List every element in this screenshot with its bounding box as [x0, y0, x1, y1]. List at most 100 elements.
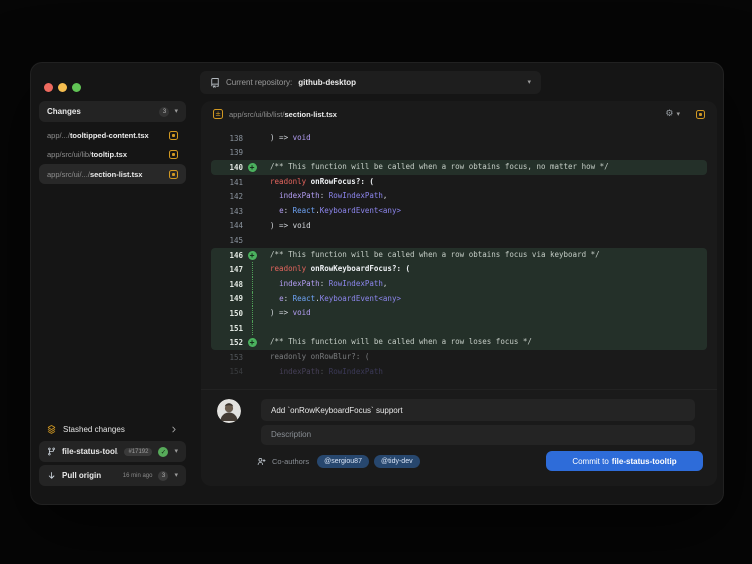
diff-gutter	[243, 306, 261, 321]
minimize-window-button[interactable]	[58, 83, 67, 92]
diff-line: 148 indexPath: RowIndexPath,	[211, 277, 707, 292]
modified-status-icon[interactable]	[696, 110, 705, 119]
commit-button[interactable]: Commit to file-status-tooltip	[546, 451, 703, 471]
changed-file-path: app/.../tooltipped-content.tsx	[47, 131, 165, 140]
diff-gutter	[243, 233, 261, 248]
diff-line: 152 + /** This function will be called w…	[211, 335, 707, 350]
diff-gutter	[243, 189, 261, 204]
diff-options-button[interactable]: ⚙ ▾	[665, 110, 680, 119]
coauthor-pill[interactable]: @tidy-dev	[374, 455, 420, 468]
pull-count-badge: 3	[158, 471, 168, 481]
window-controls	[44, 83, 81, 92]
added-line-plus-icon: +	[248, 251, 257, 260]
code-text: indexPath: RowIndexPath,	[261, 189, 387, 204]
diff-line: 149 e: React.KeyboardEvent<any>	[211, 292, 707, 307]
coauthor-pills: @sergiou87 @tidy-dev	[317, 455, 419, 468]
code-text: /** This function will be called when a …	[261, 248, 600, 263]
line-number: 138	[211, 134, 243, 143]
line-number: 150	[211, 309, 243, 318]
close-window-button[interactable]	[44, 83, 53, 92]
repo-bar-value: github-desktop	[298, 78, 356, 87]
chevron-down-icon: ▾	[527, 79, 531, 86]
arrow-down-icon	[47, 471, 56, 480]
diff-gutter: +	[243, 160, 261, 175]
last-fetched-time: 16 min ago	[123, 473, 153, 479]
code-text: ) => void	[261, 219, 311, 234]
line-number: 146	[211, 251, 243, 260]
current-repository-dropdown[interactable]: Current repository: github-desktop ▾	[200, 71, 541, 94]
code-text: readonly onRowFocus?: (	[261, 175, 374, 190]
chevron-down-icon: ▾	[174, 448, 178, 455]
diff-gutter	[243, 292, 261, 307]
code-text: ) => void	[261, 131, 311, 146]
commit-footer: Co-authors @sergiou87@tidy-dev Commit to…	[257, 450, 703, 472]
ci-check-icon: ✓	[158, 447, 168, 457]
diff-line: 146 + /** This function will be called w…	[211, 248, 707, 263]
avatar	[217, 399, 241, 423]
diff-line: 138 ) => void	[211, 131, 707, 146]
diff-gutter	[243, 146, 261, 161]
stashed-changes-row[interactable]: Stashed changes	[39, 420, 186, 438]
added-block-connector	[252, 321, 253, 336]
repo-bar-label: Current repository:	[226, 78, 292, 87]
coauthor-pill[interactable]: @sergiou87	[317, 455, 369, 468]
diff-line: 144 ) => void	[211, 219, 707, 234]
commit-description-input[interactable]	[261, 425, 695, 445]
person-add-icon[interactable]	[257, 457, 266, 466]
git-branch-icon	[47, 447, 56, 456]
changed-file-row[interactable]: app/src/ui/.../section-list.tsx	[39, 164, 186, 184]
added-block-connector	[252, 306, 253, 321]
code-text: /** This function will be called when a …	[261, 160, 609, 175]
code-text: e: React.KeyboardEvent<any>	[261, 292, 401, 307]
diff-line: 151	[211, 321, 707, 336]
code-text: /** This function will be called when a …	[261, 335, 532, 350]
diff-panel: ± app/src/ui/lib/list/section-list.tsx ⚙…	[201, 101, 717, 486]
app-window: Current repository: github-desktop ▾ Cha…	[30, 62, 724, 505]
line-number: 152	[211, 338, 243, 347]
line-number: 143	[211, 207, 243, 216]
line-number: 148	[211, 280, 243, 289]
stashed-changes-label: Stashed changes	[63, 425, 162, 434]
diff-line: 153 readonly onRowBlur?: (	[211, 350, 707, 365]
diff-gutter	[243, 350, 261, 365]
pull-origin-label: Pull origin	[62, 471, 117, 480]
added-block-connector	[252, 292, 253, 307]
code-text: indexPath: RowIndexPath,	[261, 277, 387, 292]
line-number: 139	[211, 148, 243, 157]
diff-gutter	[243, 262, 261, 277]
commit-section: Co-authors @sergiou87@tidy-dev Commit to…	[201, 389, 717, 486]
changed-file-row[interactable]: app/src/ui/lib/tooltip.tsx	[39, 145, 186, 165]
current-branch-button[interactable]: file-status-tool... #17192 ✓ ▾	[39, 441, 186, 462]
code-text: e: React.KeyboardEvent<any>	[261, 204, 401, 219]
code-text: indexPath: RowIndexPath	[261, 365, 383, 380]
line-number: 142	[211, 192, 243, 201]
diff-gutter: +	[243, 248, 261, 263]
pull-origin-button[interactable]: Pull origin 16 min ago 3 ▾	[39, 465, 186, 486]
diff-file-header: ± app/src/ui/lib/list/section-list.tsx ⚙…	[201, 101, 717, 127]
line-number: 149	[211, 294, 243, 303]
modified-file-icon: ±	[213, 109, 223, 119]
modified-status-icon	[169, 150, 178, 159]
code-text: readonly onRowBlur?: (	[261, 350, 369, 365]
added-block-connector	[252, 262, 253, 277]
chevron-down-icon: ▾	[174, 108, 178, 115]
diff-line: 154 indexPath: RowIndexPath	[211, 365, 707, 380]
added-line-plus-icon: +	[248, 338, 257, 347]
changes-header[interactable]: Changes 3 ▾	[39, 101, 186, 122]
diff-gutter	[243, 277, 261, 292]
changed-file-path: app/src/ui/.../section-list.tsx	[47, 170, 165, 179]
added-block-connector	[252, 277, 253, 292]
diff-lines: 138 ) => void 139 140 + /** This functio…	[201, 131, 717, 379]
changed-file-path: app/src/ui/lib/tooltip.tsx	[47, 150, 165, 159]
repository-icon	[210, 78, 220, 88]
chevron-down-icon: ▾	[174, 472, 178, 479]
modified-status-icon	[169, 131, 178, 140]
diff-gutter	[243, 365, 261, 380]
changed-file-row[interactable]: app/.../tooltipped-content.tsx	[39, 125, 186, 145]
diff-line: 147 readonly onRowKeyboardFocus?: (	[211, 262, 707, 277]
chevron-right-icon	[169, 425, 178, 434]
diff-gutter	[243, 131, 261, 146]
zoom-window-button[interactable]	[72, 83, 81, 92]
diff-line: 145	[211, 233, 707, 248]
commit-summary-input[interactable]	[261, 399, 695, 421]
